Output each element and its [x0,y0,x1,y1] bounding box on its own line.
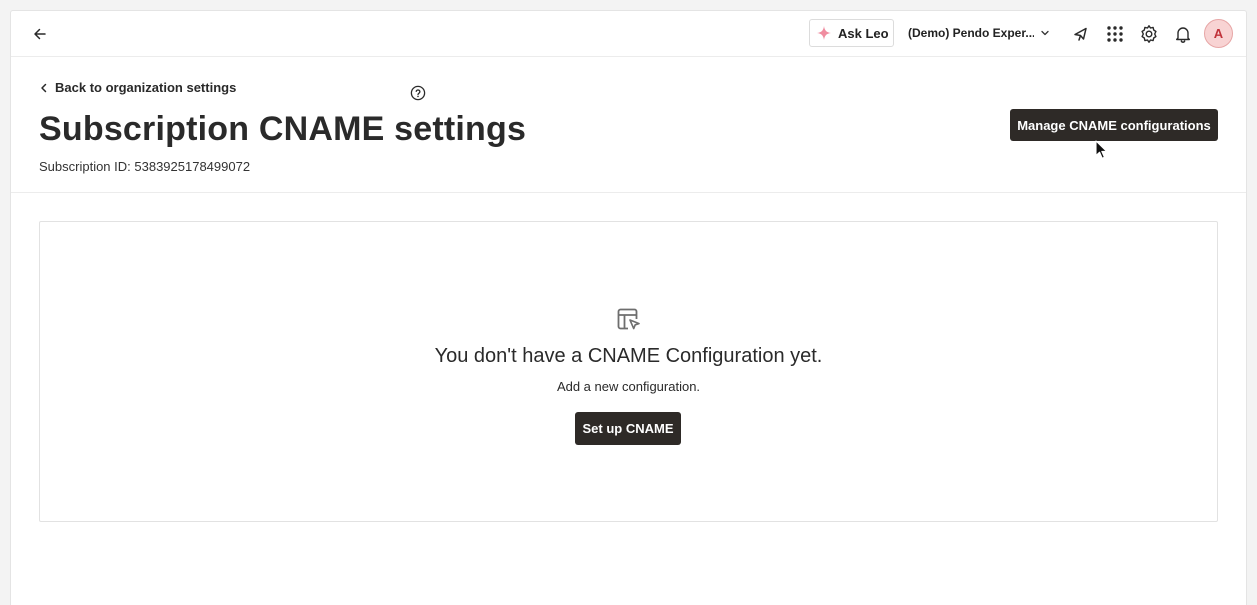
breadcrumb[interactable]: Back to organization settings [39,80,236,95]
app-window: Ask Leo (Demo) Pendo Exper... A Back to … [10,10,1247,605]
breadcrumb-label: Back to organization settings [55,80,237,95]
manage-cname-configurations-button[interactable]: Manage CNAME configurations [1010,109,1218,141]
subscription-id: Subscription ID: 5383925178499072 [39,159,251,174]
chevron-left-icon [39,83,49,93]
mouse-cursor-icon [1095,140,1108,159]
empty-state-panel: You don't have a CNAME Configuration yet… [39,221,1218,522]
organization-selector[interactable]: (Demo) Pendo Exper... [908,22,1056,44]
apps-grid-icon[interactable] [1103,22,1127,46]
ask-leo-button[interactable]: Ask Leo [809,19,894,47]
ask-leo-label: Ask Leo [838,25,889,41]
layout-cursor-icon [616,307,642,333]
organization-selector-label: (Demo) Pendo Exper... [908,26,1034,40]
set-up-cname-button[interactable]: Set up CNAME [575,412,681,445]
help-icon[interactable] [410,85,426,101]
back-arrow-icon[interactable] [29,23,51,45]
sparkle-icon [816,25,832,41]
announcement-icon[interactable] [1069,22,1093,46]
avatar[interactable]: A [1204,19,1233,48]
gear-icon[interactable] [1137,22,1161,46]
page-header: Back to organization settings Subscripti… [11,58,1246,193]
chevron-down-icon [1040,28,1050,38]
empty-state-subtitle: Add a new configuration. [556,379,701,394]
empty-state-title: You don't have a CNAME Configuration yet… [434,345,823,367]
bell-icon[interactable] [1171,22,1195,46]
top-bar: Ask Leo (Demo) Pendo Exper... A [11,11,1246,57]
page-title: Subscription CNAME settings [39,110,527,148]
